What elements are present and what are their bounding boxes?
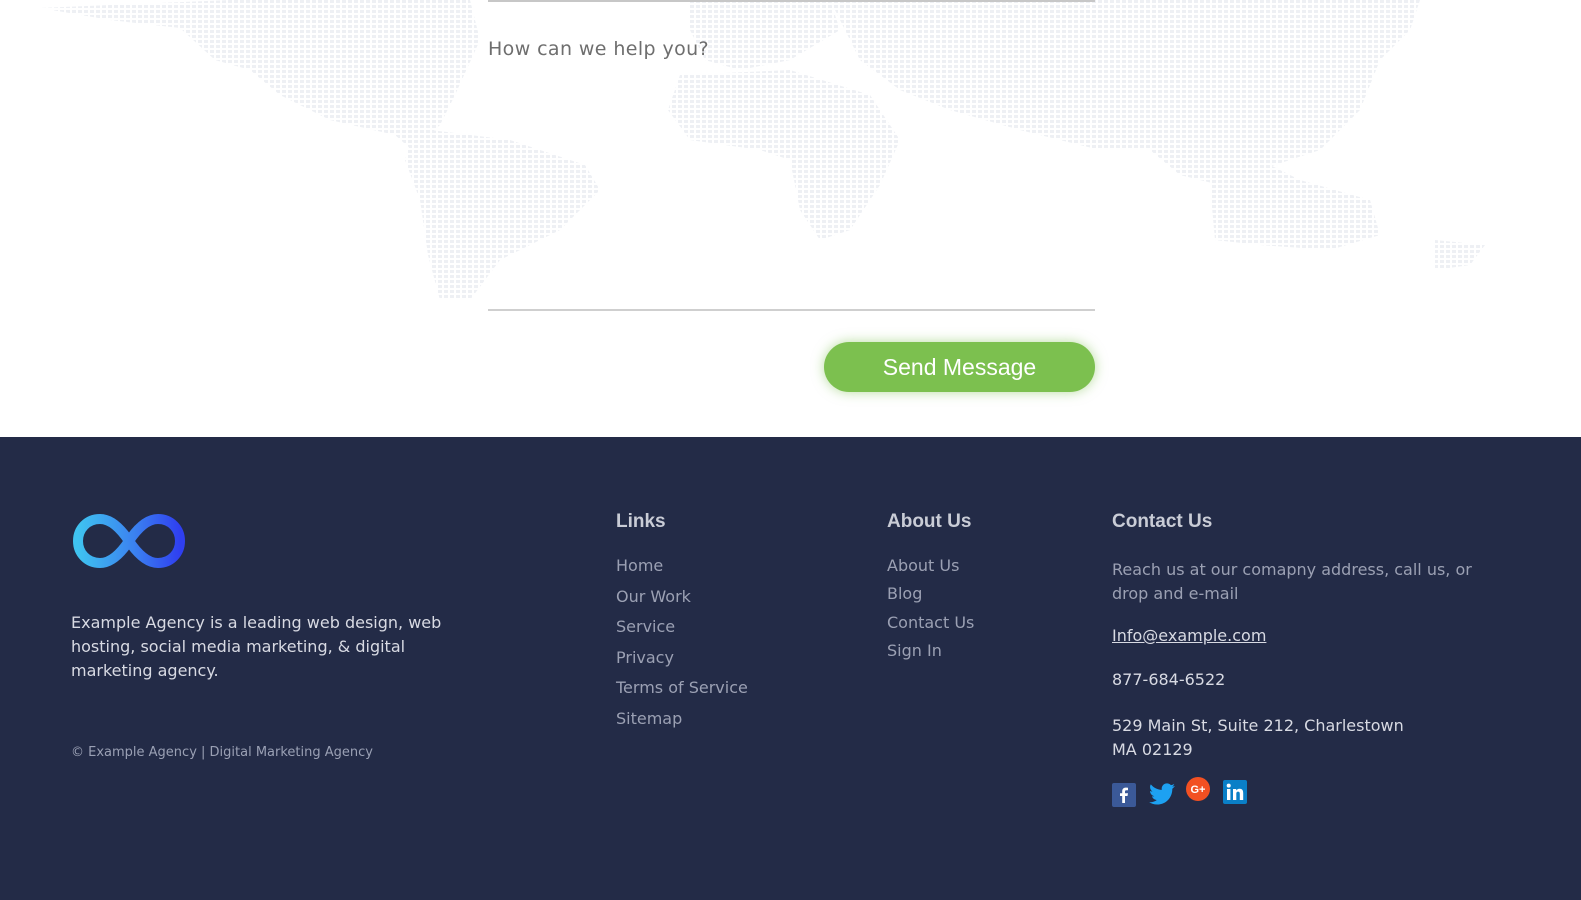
footer-link-privacy[interactable]: Privacy [616, 648, 748, 680]
about-list: About Us Blog Contact Us Sign In [887, 556, 974, 670]
twitter-icon[interactable] [1149, 783, 1175, 807]
send-message-button[interactable]: Send Message [824, 342, 1095, 392]
footer-link-about-us[interactable]: About Us [887, 556, 974, 585]
agency-tagline: Example Agency is a leading web design, … [71, 613, 442, 680]
google-plus-icon[interactable]: G+ [1186, 777, 1210, 801]
about-heading: About Us [887, 511, 972, 532]
list-item: Blog [887, 585, 974, 613]
footer-link-home[interactable]: Home [616, 557, 748, 588]
footer-link-sign-in[interactable]: Sign In [887, 641, 974, 670]
footer-link-service[interactable]: Service [616, 618, 748, 649]
contact-intro: Reach us at our comapny address, call us… [1112, 560, 1472, 603]
message-field[interactable] [488, 30, 1095, 311]
list-item: Sitemap [616, 710, 748, 741]
svg-text:G+: G+ [1191, 784, 1206, 796]
address-line-2: MA 02129 [1112, 740, 1193, 759]
linkedin-icon[interactable] [1223, 780, 1247, 804]
list-item: Terms of Service [616, 679, 748, 710]
list-item: Home [616, 557, 748, 588]
contact-heading: Contact Us [1112, 511, 1213, 532]
footer-link-terms[interactable]: Terms of Service [616, 679, 748, 710]
footer-link-sitemap[interactable]: Sitemap [616, 710, 748, 741]
list-item: Privacy [616, 648, 748, 680]
links-heading: Links [616, 511, 666, 532]
list-item: Contact Us [887, 613, 974, 642]
contact-form-section: Send Message [0, 0, 1581, 437]
footer-link-contact-us[interactable]: Contact Us [887, 613, 974, 642]
list-item: About Us [887, 556, 974, 585]
links-list: Home Our Work Service Privacy Terms of S… [616, 557, 748, 741]
facebook-icon[interactable] [1112, 783, 1136, 807]
footer-link-our-work[interactable]: Our Work [616, 587, 748, 619]
list-item: Service [616, 618, 748, 649]
site-footer: Example Agency is a leading web design, … [0, 437, 1581, 900]
contact-phone: 877-684-6522 [1112, 670, 1226, 689]
copyright-text: © Example Agency | Digital Marketing Age… [71, 745, 373, 760]
footer-link-blog[interactable]: Blog [887, 585, 974, 613]
infinity-logo-icon[interactable] [72, 511, 186, 571]
contact-email-link[interactable]: Info@example.com [1112, 626, 1266, 645]
list-item: Our Work [616, 587, 748, 619]
address-line-1: 529 Main St, Suite 212, Charlestown [1112, 716, 1404, 735]
list-item: Sign In [887, 641, 974, 670]
field-underline [488, 0, 1095, 2]
contact-address: 529 Main St, Suite 212, Charlestown MA 0… [1112, 714, 1432, 762]
